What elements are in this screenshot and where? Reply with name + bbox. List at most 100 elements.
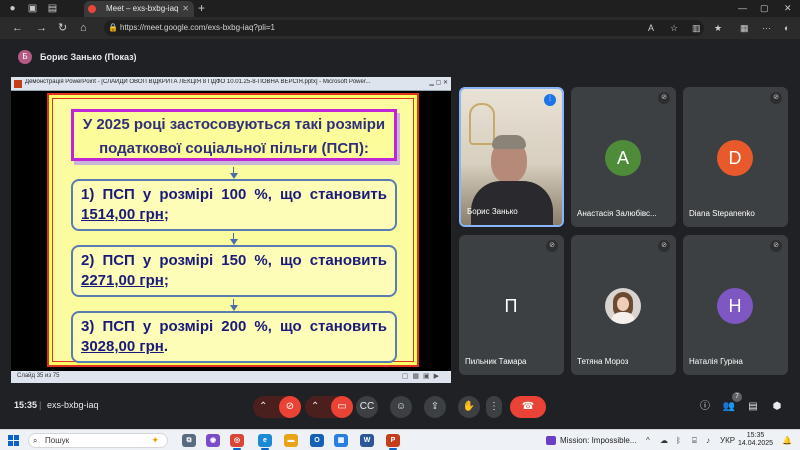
mic-off-icon: ⊘ xyxy=(770,240,782,252)
maximize-icon[interactable]: ▢ xyxy=(760,0,769,17)
slide-heading-line2: податкової соціальної пільги (ПСП): xyxy=(99,140,369,157)
more-icon[interactable]: ··· xyxy=(762,20,771,36)
close-tab-icon[interactable]: ✕ xyxy=(182,1,189,17)
meeting-info-icon[interactable]: ⓘ xyxy=(696,398,714,416)
mic-options-icon[interactable]: ⌃ xyxy=(259,396,267,418)
participant-avatar: Н xyxy=(717,288,753,324)
slide-item: 2) ПСП у розмірі 150 %, що становить 227… xyxy=(71,245,397,297)
profile-icon[interactable]: ● xyxy=(6,2,19,15)
camera-options-icon[interactable]: ⌃ xyxy=(311,396,319,418)
language-indicator[interactable]: УКР xyxy=(720,433,735,448)
search-icon: ⌕ xyxy=(33,436,38,445)
copilot-app-icon[interactable]: ◉ xyxy=(206,434,220,447)
task-view-icon[interactable]: ⧉ xyxy=(182,434,196,447)
taskbar-search[interactable]: ⌕ Пошук ✦ xyxy=(28,433,168,448)
volume-icon[interactable]: ♪ xyxy=(706,433,710,448)
favorite-icon[interactable]: ☆ xyxy=(670,20,678,36)
tab-list-icon[interactable]: ▤ xyxy=(46,2,59,15)
read-aloud-icon[interactable]: A xyxy=(648,20,654,36)
edge-icon[interactable]: e xyxy=(258,434,272,447)
captions-button-icon[interactable]: CC xyxy=(356,396,378,418)
speaking-indicator-icon: ⁞ xyxy=(544,94,556,106)
participant-tile[interactable]: ⁞ Борис Занько xyxy=(459,87,564,227)
powerpoint-icon xyxy=(14,80,22,88)
activities-icon[interactable]: ⬢ xyxy=(768,398,786,416)
media-widget[interactable]: Mission: Impossible... xyxy=(546,433,636,448)
participant-name: Diana Stepanenko xyxy=(689,209,755,218)
mic-off-icon: ⊘ xyxy=(770,92,782,104)
collections-icon[interactable]: ▦ xyxy=(740,20,749,36)
mic-off-button-icon[interactable]: ⊘ xyxy=(279,396,301,418)
participant-avatar: П xyxy=(504,296,518,316)
slide-item: 3) ПСП у розмірі 200 %, що становить 302… xyxy=(71,311,397,363)
participant-tile[interactable]: ⊘ Н Наталія Гуріна xyxy=(683,235,788,375)
tray-chevron-icon[interactable]: ^ xyxy=(646,433,650,448)
participant-photo xyxy=(605,288,641,324)
powerpoint-app-icon[interactable]: P xyxy=(386,434,400,447)
slide-item-suffix: ; xyxy=(163,206,169,223)
participant-avatar: А xyxy=(605,140,641,176)
url-text: https://meet.google.com/exs-bxbg-iaq?pli… xyxy=(120,23,275,32)
browser-tab-bar: ● ▣ ▤ Meet – exs-bxbg-iaq ✕ + — ▢ ✕ xyxy=(0,0,800,17)
split-icon[interactable]: ▥ xyxy=(692,20,701,36)
leave-call-button-icon[interactable]: ☎ xyxy=(510,396,546,418)
workspaces-icon[interactable]: ▣ xyxy=(26,2,39,15)
meet-header: Б Борис Занько (Показ) xyxy=(0,46,800,68)
participant-tile[interactable]: ⊘ П Пильник Тамара xyxy=(459,235,564,375)
slide-item: 1) ПСП у розмірі 100 %, що становить 151… xyxy=(71,179,397,231)
url-field[interactable]: 🔒 https://meet.google.com/exs-bxbg-iaq?p… xyxy=(104,20,704,36)
minimize-icon[interactable]: — xyxy=(738,0,747,17)
close-window-icon[interactable]: ✕ xyxy=(784,0,792,17)
meeting-code[interactable]: exs-bxbg-iaq xyxy=(47,400,99,410)
chat-icon[interactable]: ▤ xyxy=(744,398,762,416)
home-icon[interactable]: ⌂ xyxy=(80,20,87,36)
search-placeholder: Пошук xyxy=(45,436,70,445)
more-options-icon[interactable]: ⋮ xyxy=(486,396,502,418)
tab-title: Meet – exs-bxbg-iaq xyxy=(106,4,179,13)
favorites-bar-icon[interactable]: ★ xyxy=(714,20,722,36)
slide-item-amount: 1514,00 грн xyxy=(81,206,164,223)
forward-icon[interactable]: → xyxy=(36,20,47,36)
new-tab-icon[interactable]: + xyxy=(198,0,205,17)
taskbar: ⌕ Пошук ✦ ⧉ ◉ ◎ e ▬ O ▦ W P Mission: Imp… xyxy=(0,429,800,450)
tab-meet[interactable]: Meet – exs-bxbg-iaq ✕ xyxy=(84,1,194,17)
participants-count-badge: 7 xyxy=(732,392,742,402)
mic-off-icon: ⊘ xyxy=(546,240,558,252)
copilot-icon[interactable]: ◐ xyxy=(784,20,789,36)
cloud-icon[interactable]: ☁ xyxy=(660,433,668,448)
reload-icon[interactable]: ↻ xyxy=(58,20,67,36)
participant-tile[interactable]: ⊘ D Diana Stepanenko xyxy=(683,87,788,227)
raise-hand-button-icon[interactable]: ✋ xyxy=(458,396,480,418)
notifications-icon[interactable]: 🔔 xyxy=(782,433,792,448)
slide-item-text: 1) ПСП у розмірі 100 %, що становить xyxy=(81,186,387,203)
back-icon[interactable]: ← xyxy=(12,20,23,36)
store-icon[interactable]: ▦ xyxy=(334,434,348,447)
reactions-button-icon[interactable]: ☺ xyxy=(390,396,412,418)
file-explorer-icon[interactable]: ▬ xyxy=(284,434,298,447)
slide-item-suffix: . xyxy=(163,338,169,355)
taskbar-clock[interactable]: 15:35 14.04.2025 xyxy=(738,432,773,448)
camera-off-button-icon[interactable]: ▭ xyxy=(331,396,353,418)
start-icon[interactable] xyxy=(8,435,19,446)
network-icon[interactable]: ⌸ xyxy=(692,433,697,448)
word-icon[interactable]: W xyxy=(360,434,374,447)
camera-control[interactable]: ⌃ ▭ xyxy=(305,396,353,418)
presenter-title: Борис Занько (Показ) xyxy=(40,52,137,62)
participant-name: Пильник Тамара xyxy=(465,357,527,366)
slide-item-amount-line: 3028,00 грн. xyxy=(81,337,168,357)
clock-date: 14.04.2025 xyxy=(738,440,774,447)
slide-item-amount-line: 1514,00 грн; xyxy=(81,205,169,225)
participant-tile[interactable]: ⊘ А Анастасія Залюбівс... xyxy=(571,87,676,227)
slide-item-text: 3) ПСП у розмірі 200 %, що становить xyxy=(81,318,387,335)
outlook-icon[interactable]: O xyxy=(310,434,324,447)
bluetooth-icon[interactable]: ᛒ xyxy=(676,433,681,448)
lock-icon: 🔒 xyxy=(108,23,118,32)
present-button-icon[interactable]: ⇪ xyxy=(424,396,446,418)
mic-control[interactable]: ⌃ ⊘ xyxy=(253,396,301,418)
slide-heading-box: У 2025 році застосовуються такі розміри … xyxy=(71,109,397,161)
chrome-icon[interactable]: ◎ xyxy=(230,434,244,447)
slide-content: У 2025 році застосовуються такі розміри … xyxy=(52,98,414,363)
media-title: Mission: Impossible... xyxy=(560,436,637,445)
participant-tile[interactable]: ⊘ Тетяна Мороз xyxy=(571,235,676,375)
powerpoint-title-bar: Демонстрація PowerPoint - [СЛАЙДИ ОВОП В… xyxy=(11,77,451,91)
